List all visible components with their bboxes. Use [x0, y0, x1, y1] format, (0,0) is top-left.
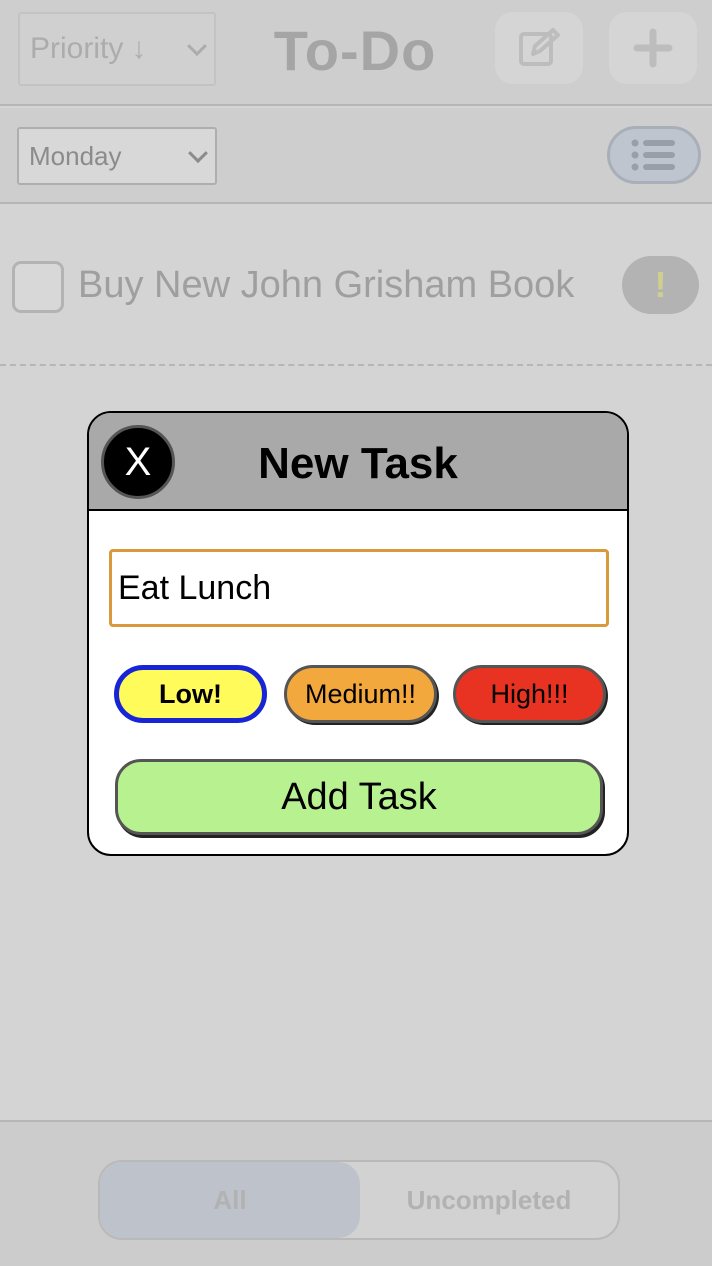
priority-high-button[interactable]: High!!!	[453, 665, 606, 723]
priority-medium-button[interactable]: Medium!!	[284, 665, 437, 723]
priority-low-button[interactable]: Low!	[114, 665, 267, 723]
task-name-input[interactable]	[109, 549, 609, 627]
modal-header: X New Task	[89, 413, 627, 511]
modal-title: New Task	[258, 439, 458, 488]
new-task-modal: X New Task Low! Medium!! High!!! Add Tas…	[87, 411, 629, 856]
add-task-button[interactable]: Add Task	[115, 759, 603, 835]
